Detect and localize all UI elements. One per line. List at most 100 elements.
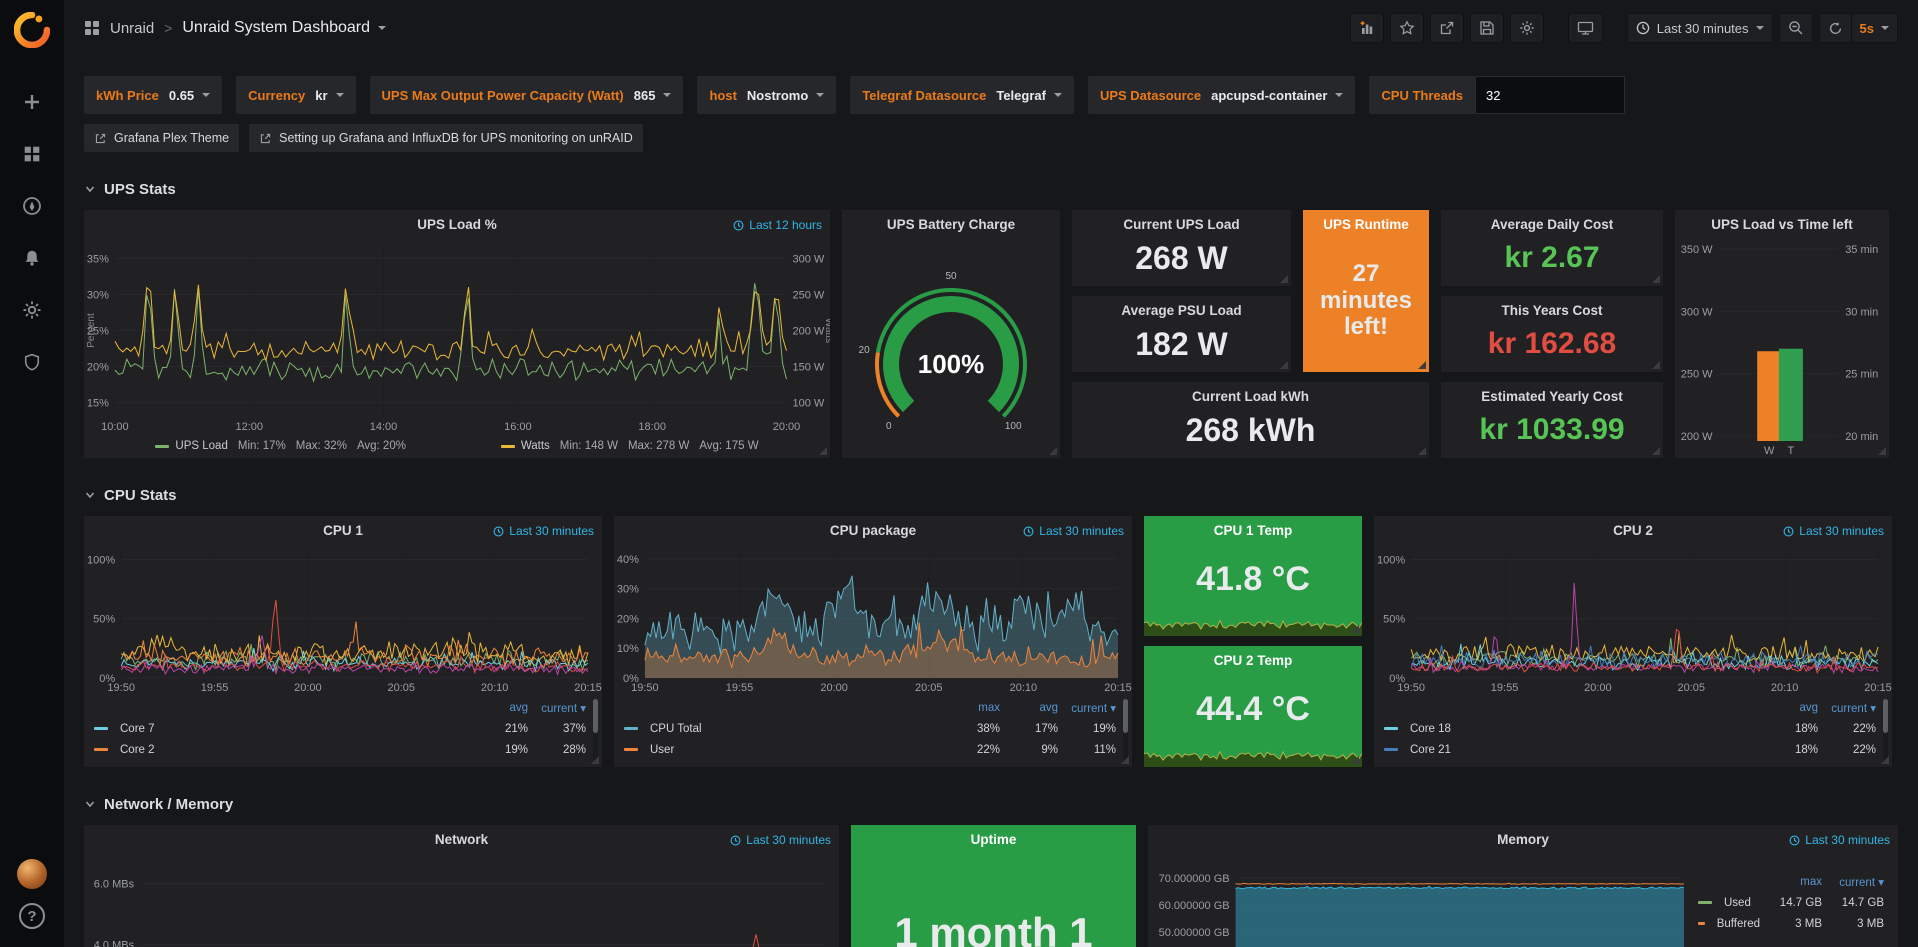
panel-title[interactable]: Current UPS Load [1072,217,1291,232]
legend-sort-current[interactable]: current ▾ [528,701,586,715]
legend-row-core-18[interactable]: Core 1818%22% [1384,718,1876,739]
legend-row-core-7[interactable]: Core 721%37% [94,718,586,739]
panel-title[interactable]: CPU 2 Temp [1144,653,1362,668]
network-graph[interactable]: 6.0 MBs4.0 MBs2.0 MBs [84,851,839,947]
variable-value-dropdown[interactable]: apcupsd-container [1211,88,1343,103]
legend-row-core-21[interactable]: Core 2118%22% [1384,739,1876,760]
svg-text:19:50: 19:50 [107,682,135,694]
legend-sort-avg[interactable]: avg [470,702,528,714]
panel-title[interactable]: UPS Battery Charge [842,217,1060,232]
legend-sort-current[interactable]: current ▾ [1818,701,1876,715]
svg-text:20%: 20% [617,613,639,625]
panel-title[interactable]: Uptime [851,832,1136,847]
stat-value: kr 162.68 [1488,327,1616,361]
svg-text:100%: 100% [918,349,985,379]
panel-title[interactable]: Network [84,832,839,847]
legend-row-buffered[interactable]: Buffered3 MB3 MB [1698,913,1884,934]
legend-row-cpu-total[interactable]: CPU Total38%17%19% [624,718,1116,739]
legend-stat: Max: 32% [296,440,347,452]
memory-graph[interactable]: 70.000000 GB60.000000 GB50.000000 GB [1148,851,1698,947]
grafana-logo[interactable] [14,12,50,48]
admin-shield-icon[interactable] [12,342,52,382]
refresh-button[interactable] [1819,13,1851,43]
variable-value-dropdown[interactable]: Telegraf [996,88,1062,103]
variable-host: hostNostromo [697,76,836,114]
row-header-cpu-stats[interactable]: CPU Stats [84,482,1898,508]
legend-header-row: maxcurrent ▾ [1698,871,1884,892]
legend-sort-max[interactable]: max [1760,876,1822,888]
legend-scrollbar[interactable] [593,699,598,761]
tv-mode-button[interactable] [1568,13,1603,43]
create-plus-icon[interactable] [12,82,52,122]
svg-text:350 W: 350 W [1681,244,1713,256]
dashboard-link-grafana-plex-theme[interactable]: Grafana Plex Theme [84,124,239,152]
alerts-bell-icon[interactable] [12,238,52,278]
cpu2-graph[interactable]: 100%50%0%19:5019:5520:0020:0520:1020:15 [1374,542,1892,695]
svg-text:20:10: 20:10 [481,682,509,694]
legend-scrollbar[interactable] [1123,699,1128,761]
variable-label: UPS Max Output Power Capacity (Watt) [382,88,624,103]
ups-vs-time-bars[interactable]: 350 W300 W250 W200 W35 min30 min25 min20… [1675,236,1889,458]
legend-sort-max[interactable]: max [942,702,1000,714]
panel-title[interactable]: Average PSU Load [1072,303,1291,318]
caret-down-icon [1054,93,1062,97]
row-header-network-memory[interactable]: Network / Memory [84,791,1898,817]
help-icon[interactable]: ? [19,903,45,929]
clock-icon [1783,526,1794,537]
cpu-package-graph[interactable]: 40%30%20%10%0%19:5019:5520:0020:0520:102… [614,542,1132,695]
stat-value: 268 W [1135,240,1227,277]
panel-title[interactable]: Memory [1148,832,1898,847]
panel-title[interactable]: UPS Runtime [1303,217,1429,232]
dashboard-title-dropdown[interactable]: Unraid System Dashboard [182,19,386,37]
refresh-interval-dropdown[interactable]: 5s [1851,13,1898,43]
add-panel-button[interactable] [1350,13,1384,43]
battery-gauge[interactable]: 02050100100% [842,236,1060,458]
row-header-ups-stats[interactable]: UPS Stats [84,176,1898,202]
svg-text:T: T [1788,445,1795,457]
panel-average-psu-load: Average PSU Load 182 W [1072,296,1291,372]
legend-row-used[interactable]: Used14.7 GB14.7 GB [1698,892,1884,913]
variable-value-dropdown[interactable]: kr [315,88,343,103]
panel-title[interactable]: This Years Cost [1441,303,1663,318]
variable-input-cpu-threads[interactable] [1475,76,1625,114]
legend-row-user[interactable]: User22%9%11% [624,739,1116,760]
cpu1-graph[interactable]: 100%50%0%19:5019:5520:0020:0520:1020:15 [84,542,602,695]
dashboards-icon[interactable] [12,134,52,174]
breadcrumb: Unraid > Unraid System Dashboard [84,19,386,37]
dashboard-link-setting-up-grafana-and-influxdb-for-ups-monitoring-on-unraid[interactable]: Setting up Grafana and InfluxDB for UPS … [249,124,643,152]
legend-item-ups-load[interactable]: UPS LoadMin: 17%Max: 32%Avg: 20% [155,440,406,452]
user-avatar[interactable] [17,859,47,889]
variable-value-dropdown[interactable]: 865 [634,88,672,103]
explore-compass-icon[interactable] [12,186,52,226]
legend-sort-avg[interactable]: avg [1760,702,1818,714]
svg-text:200 W: 200 W [793,326,825,338]
save-dashboard-button[interactable] [1470,13,1504,43]
star-dashboard-button[interactable] [1390,13,1424,43]
legend-scrollbar[interactable] [1883,699,1888,761]
panel-title[interactable]: UPS Load vs Time left [1675,217,1889,232]
variable-value-dropdown[interactable]: Nostromo [747,88,824,103]
legend-item-watts[interactable]: WattsMin: 148 WMax: 278 WAvg: 175 W [501,440,759,452]
share-dashboard-button[interactable] [1430,13,1464,43]
variable-kwh-price: kWh Price0.65 [84,76,222,114]
panel-title[interactable]: CPU 1 Temp [1144,523,1362,538]
dashboard-settings-button[interactable] [1510,13,1544,43]
time-picker-button[interactable]: Last 30 minutes [1627,13,1773,43]
legend-sort-avg[interactable]: avg [1000,702,1058,714]
apps-grid-icon[interactable] [84,20,100,36]
caret-down-icon [816,93,824,97]
legend-sort-current[interactable]: current ▾ [1822,875,1884,889]
legend-sort-current[interactable]: current ▾ [1058,701,1116,715]
settings-gear-icon[interactable] [12,290,52,330]
svg-text:70.000000 GB: 70.000000 GB [1159,873,1230,885]
panel-title[interactable]: Average Daily Cost [1441,217,1663,232]
variable-value-dropdown[interactable]: 0.65 [169,88,210,103]
panel-title[interactable]: Current Load kWh [1072,389,1429,404]
legend-row-core-2[interactable]: Core 219%28% [94,739,586,760]
zoom-out-button[interactable] [1779,13,1813,43]
panel-title[interactable]: UPS Load % [84,217,830,232]
ups-load-graph[interactable]: 35%30%25%20%15%300 W250 W200 W150 W100 W… [84,236,830,434]
breadcrumb-folder[interactable]: Unraid [110,20,154,37]
svg-text:30 min: 30 min [1845,306,1878,318]
panel-title[interactable]: Estimated Yearly Cost [1441,389,1663,404]
